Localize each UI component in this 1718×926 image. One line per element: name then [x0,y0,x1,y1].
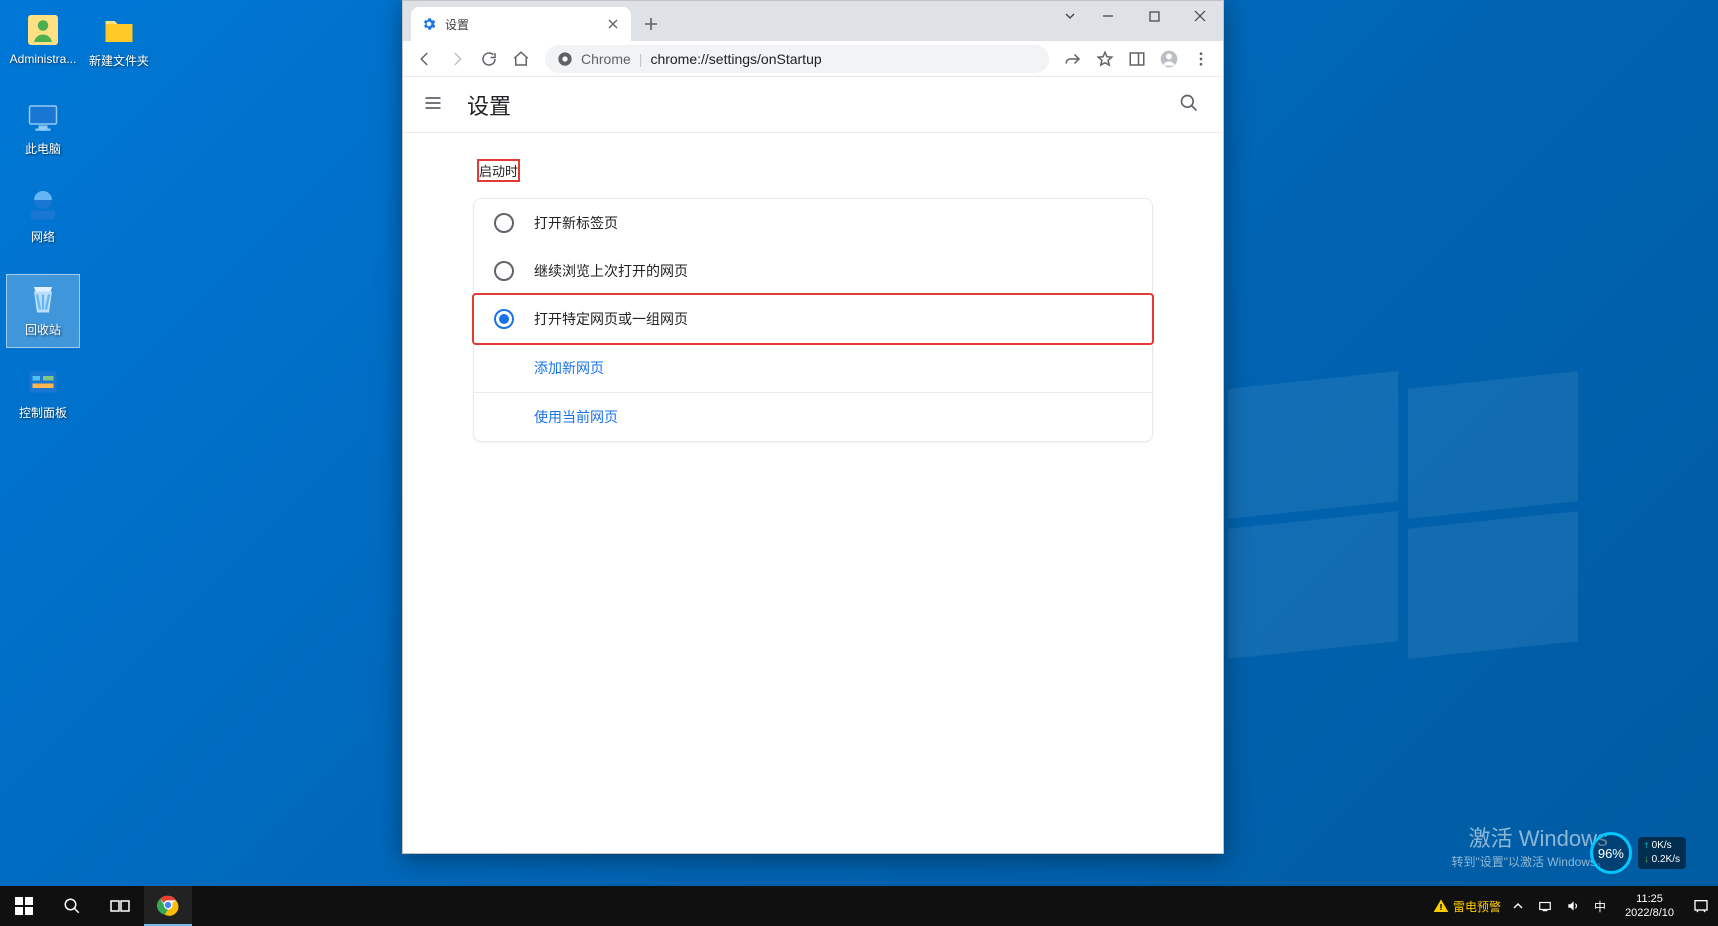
chrome-window: 设置 Chrome | chrome://settings/onStartup [402,0,1224,854]
tray-volume-icon[interactable] [1563,899,1583,913]
forward-button[interactable] [443,45,471,73]
watermark-line1: 激活 Windows [1451,821,1608,853]
tray-ime[interactable]: 中 [1591,898,1609,915]
radio-icon [494,213,514,233]
startup-radio-1[interactable]: 继续浏览上次打开的网页 [474,247,1152,295]
search-icon[interactable] [1179,93,1203,117]
desktop-icons-column-1: Administra... 此电脑网络回收站控制面板 [6,6,80,450]
desktop-icon-network[interactable]: 网络 [6,186,80,260]
more-icon[interactable] [1187,45,1215,73]
maximize-button[interactable] [1131,1,1177,31]
tray-clock[interactable]: 11:25 2022/8/10 [1617,892,1682,920]
side-panel-icon[interactable] [1123,45,1151,73]
startup-radio-0[interactable]: 打开新标签页 [474,199,1152,247]
home-button[interactable] [507,45,535,73]
system-tray: 雷电预警 中 11:25 2022/8/10 [1433,892,1718,920]
omnibox[interactable]: Chrome | chrome://settings/onStartup [545,45,1049,73]
radio-label: 打开特定网页或一组网页 [534,309,688,329]
tray-chevron-icon[interactable] [1509,900,1527,912]
tray-network-icon[interactable] [1535,899,1555,913]
net-up: 0K/s [1644,839,1680,853]
settings-header: 设置 [403,77,1223,133]
startup-radio-2[interactable]: 打开特定网页或一组网页 [472,293,1154,345]
tray-notifications-icon[interactable] [1690,898,1712,914]
net-percent: 96% [1590,832,1632,874]
close-window-button[interactable] [1177,1,1223,31]
tab-title: 设置 [445,16,605,33]
desktop-icon-folder[interactable]: 新建文件夹 [82,10,156,84]
desktop-icon-pc[interactable]: 此电脑 [6,98,80,172]
taskbar-chrome-icon[interactable] [144,886,192,926]
browser-tab[interactable]: 设置 [411,7,631,41]
window-controls [1055,1,1223,31]
desktop-icon-label: 网络 [6,228,80,245]
section-title-wrap: 启动时 [473,157,1153,184]
omnibox-host: Chrome [581,51,631,67]
watermark-line2: 转到"设置"以激活 Windows。 [1451,853,1608,870]
startup-link-0[interactable]: 添加新网页 [474,343,1152,392]
desktop-icon-user[interactable]: Administra... [6,10,80,84]
radio-icon [494,309,514,329]
gear-icon [421,16,437,32]
desktop-icon-label: 回收站 [7,321,79,338]
folder-icon [99,10,139,50]
activation-watermark: 激活 Windows 转到"设置"以激活 Windows。 [1451,821,1608,870]
weather-warning[interactable]: 雷电预警 [1433,898,1501,915]
section-title: 启动时 [477,159,520,182]
radio-icon [494,261,514,281]
startup-link-1[interactable]: 使用当前网页 [474,392,1152,441]
tab-dropdown-icon[interactable] [1055,1,1085,31]
user-icon [23,10,63,50]
startup-card: 打开新标签页继续浏览上次打开的网页打开特定网页或一组网页添加新网页使用当前网页 [473,198,1153,442]
network-monitor[interactable]: 96% 0K/s 0.2K/s [1590,832,1686,874]
profile-icon[interactable] [1155,45,1183,73]
control-icon [23,362,63,402]
address-bar: Chrome | chrome://settings/onStartup [403,41,1223,77]
desktop-icon-label: 控制面板 [6,404,80,421]
desktop-icon-label: Administra... [6,52,80,66]
network-icon [23,186,63,226]
task-view-icon[interactable] [96,886,144,926]
new-tab-button[interactable] [637,10,665,38]
titlebar: 设置 [403,1,1223,41]
desktop-icon-control[interactable]: 控制面板 [6,362,80,436]
taskbar-search-icon[interactable] [48,886,96,926]
windows-logo-background [1228,380,1588,660]
pc-icon [23,98,63,138]
share-icon[interactable] [1059,45,1087,73]
radio-label: 继续浏览上次打开的网页 [534,261,688,281]
back-button[interactable] [411,45,439,73]
reload-button[interactable] [475,45,503,73]
omnibox-path: chrome://settings/onStartup [650,51,821,67]
minimize-button[interactable] [1085,1,1131,31]
chrome-icon [557,51,573,67]
desktop-icon-label: 新建文件夹 [82,52,156,69]
net-dn: 0.2K/s [1644,853,1680,867]
desktop-icon-label: 此电脑 [6,140,80,157]
desktop-icon-recycle[interactable]: 回收站 [6,274,80,348]
tab-close-icon[interactable] [605,16,621,32]
desktop-icons-column-2: 新建文件夹 [82,6,156,98]
star-icon[interactable] [1091,45,1119,73]
settings-body: 启动时 打开新标签页继续浏览上次打开的网页打开特定网页或一组网页添加新网页使用当… [403,133,1223,466]
settings-title: 设置 [467,89,1179,121]
start-button[interactable] [0,886,48,926]
radio-label: 打开新标签页 [534,213,618,233]
taskbar: 雷电预警 中 11:25 2022/8/10 [0,886,1718,926]
hamburger-icon[interactable] [423,93,447,117]
recycle-icon [23,279,63,319]
